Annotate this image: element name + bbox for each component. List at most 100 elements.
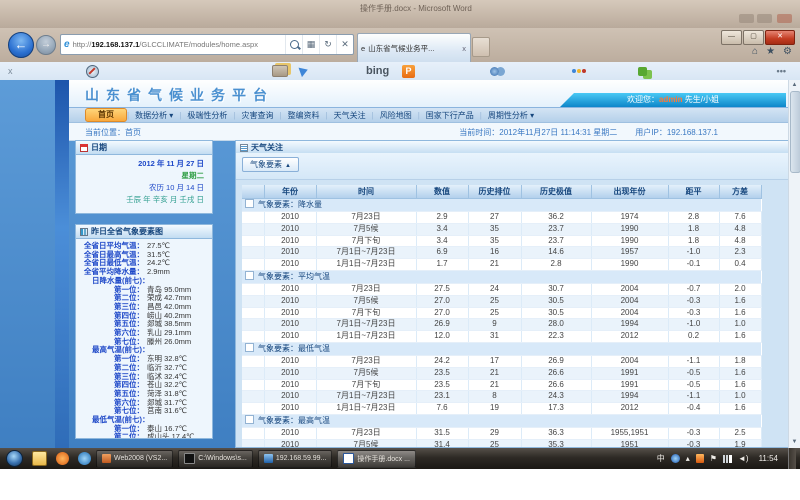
- tray-expand-icon[interactable]: ▴: [686, 448, 690, 469]
- browser-forward-button[interactable]: →: [36, 35, 56, 55]
- nav-item-1[interactable]: 首页: [85, 108, 127, 122]
- system-tray: 中 ▴ ⚑ ◄) 11:54: [657, 448, 800, 469]
- address-bar[interactable]: e http://192.168.137.1/GLCCLIMATE/module…: [60, 34, 354, 55]
- tray-app-icon[interactable]: [671, 454, 680, 463]
- page-content: 日期 2012 年 11 月 27 日 星期二 农历 10 月 14 日 壬辰 …: [69, 140, 788, 448]
- sidebar: 日期 2012 年 11 月 27 日 星期二 农历 10 月 14 日 壬辰 …: [75, 140, 215, 448]
- taskbar-button[interactable]: 操作手册.docx ...: [337, 450, 416, 468]
- weather-watch-body: 气象要素▲ 年份时间数值历史排位历史极值出现年份距平方差 气象要素：降水量201…: [235, 153, 800, 448]
- browser-tab[interactable]: e 山东省气候业务平... x: [357, 33, 471, 62]
- network-icon[interactable]: [723, 455, 732, 463]
- taskbar-button[interactable]: Web2008 (VS2...: [96, 450, 173, 468]
- volume-icon[interactable]: ◄): [738, 448, 749, 469]
- table-header-cell: 历史极值: [521, 185, 591, 199]
- table-cell: 7.6: [416, 403, 468, 415]
- media-player-orange-icon[interactable]: [56, 452, 69, 465]
- table-header-cell: 时间: [316, 185, 416, 199]
- table-cell: 7月下旬: [316, 307, 416, 319]
- table-cell: 25: [468, 295, 521, 307]
- ime-addon-icon[interactable]: P: [398, 64, 415, 78]
- favorites-star-icon[interactable]: ★: [766, 46, 775, 57]
- scrollbar-thumb[interactable]: [790, 91, 800, 173]
- table-cell: 4.8: [719, 223, 761, 235]
- table-cell: 7月23日: [316, 283, 416, 295]
- background-maximize-button[interactable]: [757, 14, 772, 23]
- settings-gear-icon[interactable]: ⚙: [783, 46, 792, 57]
- nav-item-6[interactable]: 天气关注: [328, 110, 372, 121]
- table-cell: 30.5: [521, 307, 591, 319]
- blocker-addon-icon[interactable]: [86, 64, 99, 78]
- vertical-scrollbar[interactable]: ▲ ▼: [788, 80, 800, 448]
- calendar-panel: 日期 2012 年 11 月 27 日 星期二 农历 10 月 14 日 壬辰 …: [75, 140, 213, 214]
- tab-close-icon[interactable]: x: [462, 44, 466, 53]
- explorer-folder-icon[interactable]: [32, 451, 47, 466]
- browser-command-bar: x bing P •••: [0, 62, 800, 81]
- background-close-button[interactable]: [777, 14, 792, 23]
- page-header: 山东省气候业务平台 欢迎您：admin 先生/小姐: [55, 80, 788, 107]
- ime-language-indicator[interactable]: 中: [657, 448, 665, 469]
- stop-icon[interactable]: ✕: [336, 35, 353, 54]
- tray-download-icon[interactable]: [696, 454, 704, 463]
- close-bar-icon[interactable]: x: [8, 64, 13, 78]
- show-desktop-button[interactable]: [788, 448, 796, 469]
- nav-item-9[interactable]: 周期性分析 ▾: [482, 110, 540, 121]
- row-checkbox-cell: [242, 295, 264, 307]
- table-row: 20107月下旬3.43523.719901.84.8: [242, 235, 761, 247]
- row-checkbox-cell: [242, 331, 264, 343]
- refresh-icon[interactable]: ↻: [319, 35, 336, 54]
- group-checkbox[interactable]: [245, 271, 254, 280]
- nav-item-8[interactable]: 国家下行产品: [420, 110, 480, 121]
- url-prefix: http://: [73, 40, 92, 49]
- nav-item-2[interactable]: 数据分析 ▾: [129, 110, 179, 121]
- group-checkbox[interactable]: [245, 343, 254, 352]
- table-cell: 14.6: [521, 247, 591, 259]
- table-cell: 1.6: [719, 379, 761, 391]
- table-cell: 0.4: [719, 259, 761, 271]
- calendar-body: 2012 年 11 月 27 日 星期二 农历 10 月 14 日 壬辰 年 辛…: [75, 155, 213, 214]
- bing-logo[interactable]: bing: [366, 64, 389, 78]
- pet-addon-icon[interactable]: [572, 64, 587, 78]
- scrollbar-down-arrow[interactable]: ▼: [789, 437, 800, 448]
- background-minimize-button[interactable]: [739, 14, 754, 23]
- table-cell: 25: [468, 439, 521, 448]
- scrollbar-up-arrow[interactable]: ▲: [789, 80, 800, 91]
- window-close-button[interactable]: ✕: [765, 30, 795, 45]
- row-checkbox-cell: [242, 391, 264, 403]
- nav-item-4[interactable]: 灾害查询: [235, 110, 279, 121]
- new-tab-button[interactable]: [472, 37, 490, 57]
- taskbar-button[interactable]: 192.168.59.99...: [258, 450, 333, 468]
- table-cell: 2004: [591, 355, 668, 367]
- table-cell: 1994: [591, 391, 668, 403]
- wallet-addon-icon[interactable]: [272, 64, 288, 78]
- group-checkbox[interactable]: [245, 199, 254, 208]
- nav-item-7[interactable]: 风险地图: [374, 110, 418, 121]
- table-cell: 1955,1951: [591, 427, 668, 439]
- plugin-addon-icon[interactable]: [638, 64, 647, 78]
- action-center-flag-icon[interactable]: ⚑: [710, 448, 717, 469]
- nav-item-3[interactable]: 极端性分析: [181, 110, 233, 121]
- nav-item-5[interactable]: 整编资料: [282, 110, 326, 121]
- compatibility-view-icon[interactable]: ▦: [302, 35, 319, 54]
- table-cell: 2004: [591, 283, 668, 295]
- home-icon[interactable]: ⌂: [752, 46, 758, 57]
- taskbar-button[interactable]: C:\Windows\s...: [178, 450, 253, 468]
- table-row: 20107月下旬23.52126.61991-0.51.6: [242, 379, 761, 391]
- chart-icon: [80, 228, 88, 236]
- screen: 操作手册.docx - Microsoft Word ← → e http://…: [0, 0, 800, 500]
- table-cell: 7月下旬: [316, 235, 416, 247]
- ranking-section-title: 最高气温(前七)：: [76, 346, 212, 355]
- element-dropdown-button[interactable]: 气象要素▲: [242, 157, 299, 172]
- search-icon[interactable]: [285, 35, 302, 54]
- start-button[interactable]: [6, 450, 23, 467]
- browser-back-button[interactable]: ←: [8, 32, 34, 58]
- window-maximize-button[interactable]: ▢: [743, 30, 764, 45]
- calendar-lunar-date: 农历 10 月 14 日: [76, 182, 212, 194]
- mail-addon-icon[interactable]: [300, 64, 308, 78]
- overflow-menu-icon[interactable]: •••: [777, 64, 786, 78]
- group-checkbox[interactable]: [245, 415, 254, 424]
- window-minimize-button[interactable]: —: [721, 30, 742, 45]
- media-player-blue-icon[interactable]: [78, 452, 91, 465]
- table-cell: 31.4: [416, 439, 468, 448]
- messenger-addon-icon[interactable]: [490, 64, 499, 78]
- taskbar-clock[interactable]: 11:54: [759, 454, 778, 463]
